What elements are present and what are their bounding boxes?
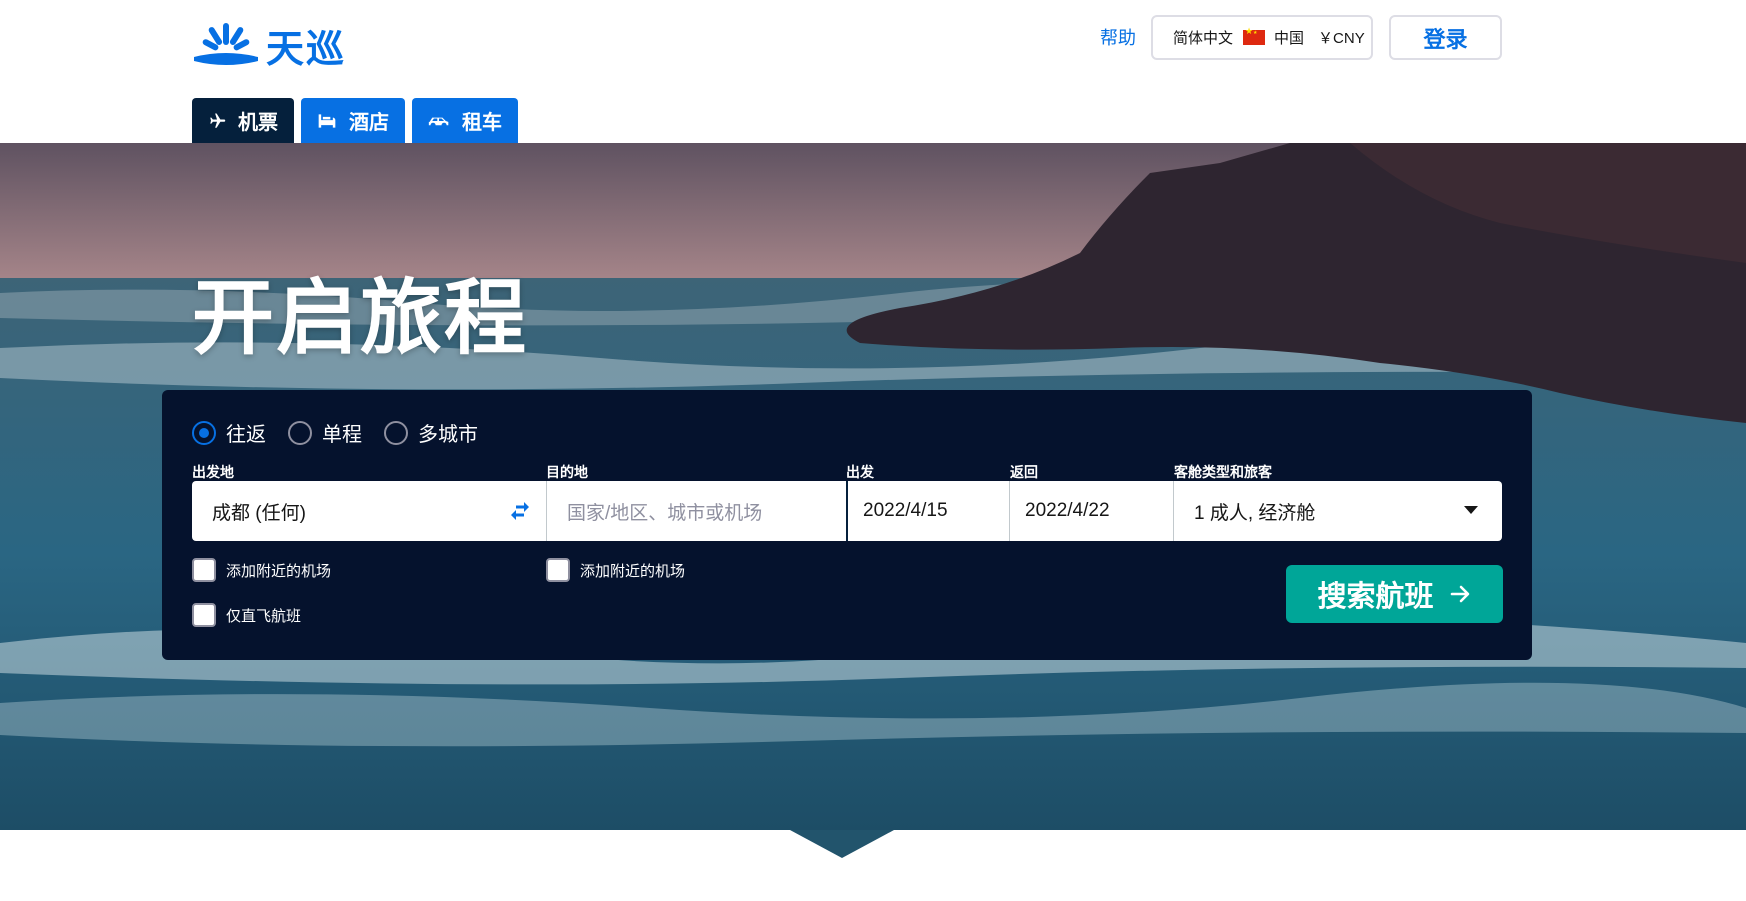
- cabin-travellers-select[interactable]: 1 成人, 经济舱: [1173, 481, 1502, 541]
- login-button[interactable]: 登录: [1389, 15, 1502, 60]
- search-flights-button[interactable]: 搜索航班: [1286, 565, 1503, 623]
- tab-label: 机票: [238, 110, 278, 134]
- destination-placeholder: 国家/地区、城市或机场: [567, 502, 763, 524]
- hero-title: 开启旅程: [192, 271, 529, 366]
- currency-label: ￥CNY: [1318, 30, 1365, 47]
- checkbox-box: [192, 603, 216, 627]
- radio-checked-icon: [192, 420, 216, 445]
- trip-type-round-trip[interactable]: 往返: [192, 418, 266, 447]
- search-button-label: 搜索航班: [1317, 579, 1434, 613]
- destination-label: 目的地: [546, 465, 588, 481]
- country-label: 中国: [1274, 30, 1305, 47]
- checkbox-box: [546, 558, 570, 582]
- radio-unchecked-icon: [384, 420, 408, 445]
- tab-flights[interactable]: 机票: [192, 98, 294, 143]
- radio-label: 单程: [322, 424, 362, 446]
- tab-label: 酒店: [349, 110, 389, 134]
- chevron-down-icon: [1464, 506, 1478, 514]
- brand-logo[interactable]: 天巡: [192, 18, 346, 73]
- radio-label: 往返: [226, 424, 266, 446]
- radio-unchecked-icon: [288, 420, 312, 445]
- trip-type-multi-city[interactable]: 多城市: [384, 418, 478, 447]
- depart-date-field[interactable]: 2022/4/15: [846, 481, 1009, 541]
- tab-label: 租车: [462, 110, 502, 134]
- trip-type-group: 往返 单程 多城市: [192, 418, 478, 447]
- product-tabs: 机票 酒店 租车: [192, 98, 518, 143]
- origin-value: 成都 (任何): [212, 502, 306, 524]
- depart-label: 出发: [846, 465, 874, 481]
- help-link[interactable]: 帮助: [1100, 24, 1136, 50]
- cabin-label: 客舱类型和旅客: [1174, 465, 1272, 481]
- bed-icon: [317, 112, 337, 130]
- tab-car-hire[interactable]: 租车: [412, 98, 518, 143]
- car-icon: [428, 113, 450, 129]
- radio-label: 多城市: [418, 424, 478, 446]
- flight-search-panel: 往返 单程 多城市 出发地 目的地 出发 返回 客舱类型和旅客 成都 (任何) …: [162, 390, 1532, 660]
- cabin-value: 1 成人, 经济舱: [1194, 502, 1316, 524]
- site-header: 天巡 帮助 简体中文 中国 ￥CNY 登录 机票 酒店 租车: [0, 0, 1746, 143]
- china-flag-icon: [1243, 27, 1266, 45]
- direct-flights-only-checkbox[interactable]: 仅直飞航班: [192, 603, 301, 627]
- depart-value: 2022/4/15: [863, 500, 948, 521]
- origin-label: 出发地: [192, 465, 234, 481]
- brand-name: 天巡: [266, 27, 347, 71]
- checkbox-label: 仅直飞航班: [226, 607, 302, 625]
- origin-nearby-airports-checkbox[interactable]: 添加附近的机场: [192, 558, 331, 582]
- return-value: 2022/4/22: [1025, 500, 1110, 521]
- checkbox-label: 添加附近的机场: [580, 562, 686, 580]
- checkbox-label: 添加附近的机场: [226, 562, 332, 580]
- checkbox-box: [192, 558, 216, 582]
- return-label: 返回: [1010, 465, 1038, 481]
- plane-icon: [208, 112, 226, 130]
- sunrise-logo-icon: [194, 22, 258, 65]
- origin-input[interactable]: 成都 (任何): [192, 481, 546, 541]
- swap-icon[interactable]: [508, 499, 532, 523]
- tab-hotels[interactable]: 酒店: [301, 98, 405, 143]
- trip-type-one-way[interactable]: 单程: [288, 418, 362, 447]
- language-label: 简体中文: [1173, 30, 1234, 47]
- arrow-right-icon: [1448, 582, 1472, 606]
- return-date-field[interactable]: 2022/4/22: [1009, 481, 1173, 541]
- locale-currency-button[interactable]: 简体中文 中国 ￥CNY: [1151, 15, 1373, 60]
- destination-input[interactable]: 国家/地区、城市或机场: [546, 481, 846, 541]
- dest-nearby-airports-checkbox[interactable]: 添加附近的机场: [546, 558, 685, 582]
- hero-notch: [790, 830, 894, 858]
